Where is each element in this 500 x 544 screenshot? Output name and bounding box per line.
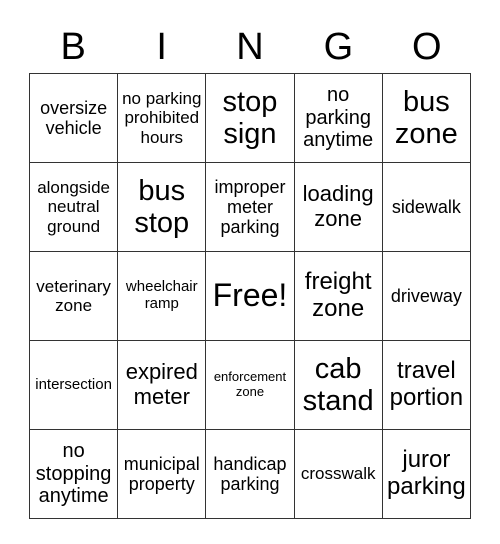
bingo-cell[interactable]: wheelchair ramp [117, 251, 207, 341]
bingo-cell[interactable]: juror parking [381, 429, 472, 519]
bingo-cell[interactable]: freight zone [293, 251, 383, 341]
bingo-cell[interactable]: loading zone [293, 162, 383, 252]
header-letter-n: N [236, 26, 264, 68]
free-space[interactable]: Free! [205, 251, 295, 341]
bingo-cell[interactable]: driveway [381, 251, 472, 341]
bingo-cell[interactable]: alongside neutral ground [28, 162, 119, 252]
bingo-cell[interactable]: travel portion [381, 340, 472, 430]
bingo-cell[interactable]: handicap parking [205, 429, 295, 519]
board-row: oversize vehicle no parking prohibited h… [28, 73, 472, 163]
board-row: intersection expired meter enforcement z… [28, 340, 472, 430]
bingo-cell[interactable]: crosswalk [293, 429, 383, 519]
bingo-cell[interactable]: no parking anytime [293, 73, 383, 163]
bingo-cell[interactable]: veterinary zone [28, 251, 119, 341]
board-row: veterinary zone wheelchair ramp Free! fr… [28, 251, 472, 341]
bingo-cell[interactable]: oversize vehicle [28, 73, 119, 163]
bingo-cell[interactable]: stop sign [205, 73, 295, 163]
bingo-cell[interactable]: intersection [28, 340, 119, 430]
bingo-cell[interactable]: expired meter [117, 340, 207, 430]
bingo-board: oversize vehicle no parking prohibited h… [28, 73, 472, 519]
header-letter-g: G [323, 26, 354, 68]
bingo-cell[interactable]: no parking prohibited hours [117, 73, 207, 163]
bingo-cell[interactable]: sidewalk [381, 162, 472, 252]
bingo-header: B I N G O [29, 22, 471, 72]
bingo-cell[interactable]: bus stop [117, 162, 207, 252]
bingo-cell[interactable]: bus zone [381, 73, 472, 163]
bingo-cell[interactable]: enforcement zone [205, 340, 295, 430]
bingo-cell[interactable]: improper meter parking [205, 162, 295, 252]
bingo-cell[interactable]: municipal property [117, 429, 207, 519]
bingo-cell[interactable]: cab stand [293, 340, 383, 430]
header-letter-b: B [60, 26, 86, 68]
board-row: no stopping anytime municipal property h… [28, 429, 472, 519]
header-letter-i: I [156, 26, 167, 68]
header-letter-o: O [412, 26, 442, 68]
board-row: alongside neutral ground bus stop improp… [28, 162, 472, 252]
bingo-cell[interactable]: no stopping anytime [28, 429, 119, 519]
